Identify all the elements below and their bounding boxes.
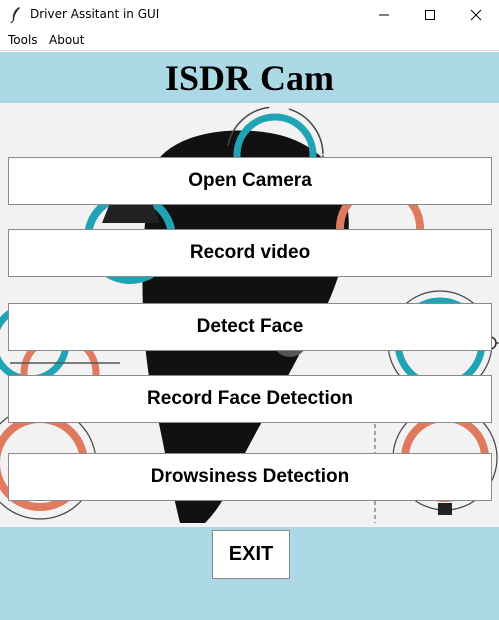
menu-bar: Tools About (0, 30, 499, 51)
detect-face-button[interactable]: Detect Face (8, 303, 492, 351)
menu-about[interactable]: About (49, 33, 84, 47)
menu-tools[interactable]: Tools (8, 33, 38, 47)
record-video-button[interactable]: Record video (8, 229, 492, 277)
drowsiness-detection-button[interactable]: Drowsiness Detection (8, 453, 492, 501)
maximize-icon (425, 10, 435, 20)
record-face-detection-button[interactable]: Record Face Detection (8, 375, 492, 423)
minimize-button[interactable] (361, 0, 407, 30)
window-title: Driver Assitant in GUI (30, 7, 160, 21)
minimize-icon (379, 14, 389, 16)
close-button[interactable] (453, 0, 499, 30)
title-bar: Driver Assitant in GUI (0, 0, 499, 30)
close-icon (470, 9, 482, 21)
maximize-button[interactable] (407, 0, 453, 30)
open-camera-button[interactable]: Open Camera (8, 157, 492, 205)
page-title: ISDR Cam (164, 58, 334, 98)
header-banner: ISDR Cam (0, 52, 499, 103)
exit-button[interactable]: EXIT (212, 530, 290, 579)
feather-icon (10, 7, 20, 24)
